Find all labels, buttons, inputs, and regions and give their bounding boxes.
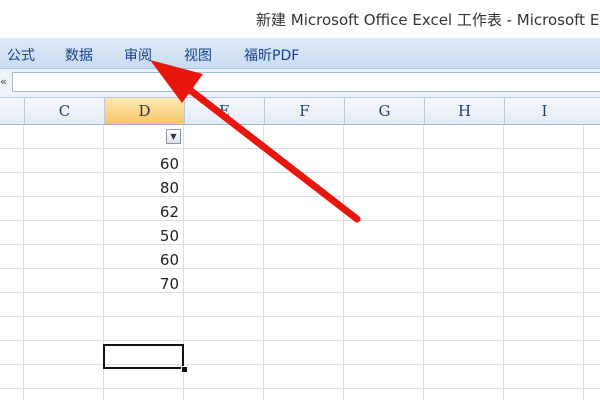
grid-line <box>0 340 600 341</box>
column-header-g[interactable]: G <box>344 98 424 124</box>
tab-formulas[interactable]: 公式 <box>7 45 35 65</box>
grid-line <box>0 148 600 149</box>
grid-line <box>0 268 600 269</box>
fill-handle[interactable] <box>181 366 188 373</box>
grid-line <box>263 125 264 400</box>
grid-line <box>343 125 344 400</box>
column-header-f[interactable]: F <box>264 98 344 124</box>
grid-line <box>0 388 600 389</box>
formula-input[interactable] <box>12 72 600 92</box>
formula-bar: « <box>0 69 600 98</box>
selected-cell[interactable] <box>103 344 184 369</box>
grid-line <box>0 172 600 173</box>
cell-d-value[interactable]: 50 <box>104 225 183 248</box>
grid-line <box>503 125 504 400</box>
grid-line <box>0 196 600 197</box>
tab-review[interactable]: 审阅 <box>124 45 152 65</box>
cell-d-value[interactable]: 70 <box>104 273 183 296</box>
grid-line <box>0 316 600 317</box>
grid-line <box>423 125 424 400</box>
tab-data[interactable]: 数据 <box>65 45 93 65</box>
grid-line <box>23 125 24 400</box>
ribbon-tab-bar: 公式 数据 审阅 视图 福昕PDF <box>0 38 600 69</box>
window-title: 新建 Microsoft Office Excel 工作表 - Microsof… <box>256 11 600 29</box>
worksheet-grid[interactable]: ▼ 60 80 62 50 60 70 <box>0 125 600 400</box>
grid-line <box>0 364 600 365</box>
autofilter-button[interactable]: ▼ <box>166 129 181 144</box>
title-bar: 新建 Microsoft Office Excel 工作表 - Microsof… <box>0 0 600 38</box>
column-header-e[interactable]: E <box>184 98 264 124</box>
dropdown-arrow-icon: ▼ <box>170 132 177 141</box>
column-header-partial[interactable] <box>0 98 24 124</box>
column-header-row: C D E F G H I <box>0 98 600 125</box>
tab-view[interactable]: 视图 <box>184 45 212 65</box>
grid-line <box>0 244 600 245</box>
cell-d-value[interactable]: 60 <box>104 249 183 272</box>
column-header-c[interactable]: C <box>24 98 104 124</box>
grid-line <box>583 125 584 400</box>
expand-formula-icon[interactable]: « <box>0 73 10 91</box>
column-header-i[interactable]: I <box>504 98 584 124</box>
tab-foxit-pdf[interactable]: 福昕PDF <box>244 45 299 65</box>
column-header-h[interactable]: H <box>424 98 504 124</box>
grid-line <box>0 220 600 221</box>
cell-d-value[interactable]: 80 <box>104 177 183 200</box>
grid-line <box>0 292 600 293</box>
cell-d-value[interactable]: 62 <box>104 201 183 224</box>
column-header-d[interactable]: D <box>104 98 184 124</box>
cell-d-value[interactable]: 60 <box>104 153 183 176</box>
